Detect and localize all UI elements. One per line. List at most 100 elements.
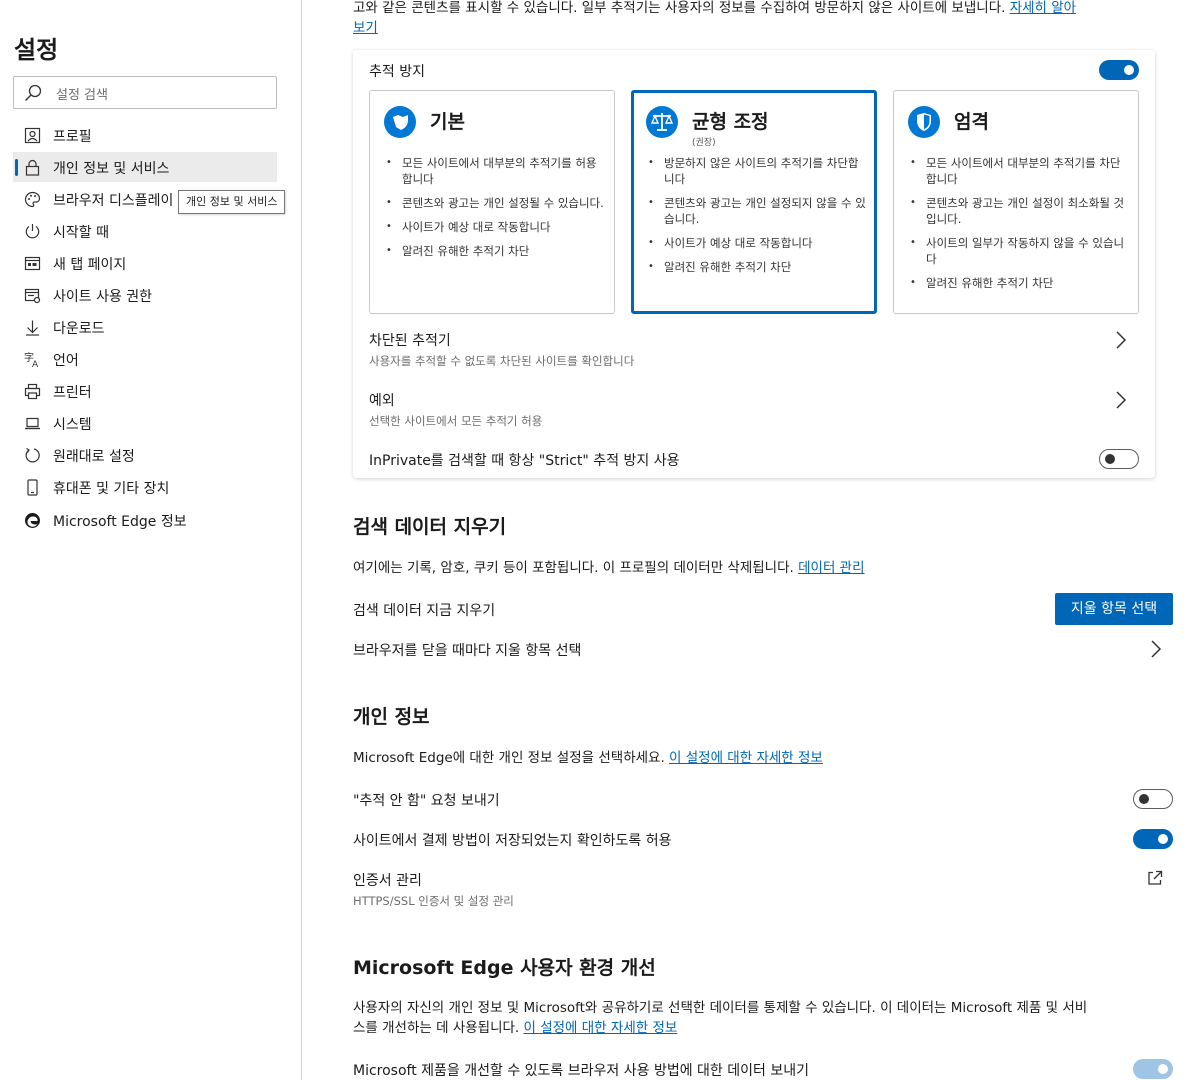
improve-learn-more-link[interactable]: 이 설정에 대한 자세한 정보 [524, 1020, 678, 1036]
improve-heading: Microsoft Edge 사용자 환경 개선 [353, 957, 656, 979]
clear-data-desc-text: 여기에는 기록, 암호, 쿠키 등이 포함됩니다. 이 프로필의 데이터만 삭제… [353, 560, 799, 576]
privacy-heading: 개인 정보 [353, 706, 430, 728]
sidebar-item-label: 시스템 [53, 417, 92, 433]
option-balanced[interactable]: 균형 조정 (권장) 방문하지 않은 사이트의 추적기를 차단합니다 콘텐츠와 … [631, 90, 877, 314]
new-tab-icon [24, 256, 41, 271]
sidebar-item-label: 원래대로 설정 [53, 449, 135, 465]
site-permissions-icon [24, 288, 41, 304]
sidebar-item-label: 브라우저 디스플레이 [53, 193, 174, 209]
chevron-right-icon [1151, 640, 1162, 658]
sidebar-item-about[interactable]: Microsoft Edge 정보 [13, 505, 277, 535]
sidebar-item-label: 시작할 때 [53, 225, 109, 241]
sidebar-item-reset[interactable]: 원래대로 설정 [13, 440, 277, 470]
manage-data-link[interactable]: 데이터 관리 [798, 560, 864, 576]
svg-text:A: A [32, 360, 39, 368]
reset-icon [25, 447, 40, 463]
option-basic[interactable]: 기본 모든 사이트에서 대부분의 추적기를 허용합니다 콘텐츠와 광고는 개인 … [369, 90, 615, 314]
bullet: 알려진 유해한 추적기 차단 [646, 259, 868, 275]
improve-desc-text: 스를 개선하는 데 사용됩니다. [353, 1020, 524, 1036]
option-strict[interactable]: 엄격 모든 사이트에서 대부분의 추적기를 차단합니다 콘텐츠와 광고는 개인 … [893, 90, 1139, 314]
bullet: 모든 사이트에서 대부분의 추적기를 차단합니다 [908, 155, 1130, 187]
inprivate-strict-toggle[interactable] [1099, 449, 1139, 469]
do-not-track-toggle[interactable] [1133, 789, 1173, 809]
tracking-prevention-toggle[interactable] [1099, 60, 1139, 80]
option-recommended: (권장) [692, 138, 716, 148]
language-icon: 字A [24, 351, 39, 368]
basic-icon [384, 106, 416, 138]
sidebar-item-label: 언어 [53, 353, 79, 369]
clear-on-close-label: 브라우저를 닫을 때마다 지울 항목 선택 [353, 643, 582, 659]
sidebar-item-privacy[interactable]: 개인 정보 및 서비스 [13, 152, 277, 182]
usage-data-label: Microsoft 제품을 개선할 수 있도록 브라우저 사용 방법에 대한 데… [353, 1063, 809, 1079]
sidebar-item-permissions[interactable]: 사이트 사용 권한 [13, 280, 277, 310]
tracking-description-text: 고와 같은 콘텐츠를 표시할 수 있습니다. 일부 추적기는 사용자의 정보를 … [353, 0, 1010, 16]
payment-check-toggle[interactable] [1133, 829, 1173, 849]
bullet: 사이트가 예상 대로 작동합니다 [384, 219, 606, 235]
improve-desc-line1: 사용자의 자신의 개인 정보 및 Microsoft와 공유하기로 선택한 데이… [353, 1000, 1088, 1016]
bullet: 사이트가 예상 대로 작동합니다 [646, 235, 868, 251]
learn-more-link[interactable]: 자세히 알아 [1010, 0, 1076, 16]
tooltip: 개인 정보 및 서비스 [178, 190, 286, 214]
option-bullets: 모든 사이트에서 대부분의 추적기를 허용합니다 콘텐츠와 광고는 개인 설정될… [384, 155, 606, 267]
exceptions-desc: 선택한 사이트에서 모든 추적기 허용 [369, 414, 543, 428]
learn-more-link-2[interactable]: 보기 [353, 20, 378, 36]
privacy-desc: Microsoft Edge에 대한 개인 정보 설정을 선택하세요. 이 설정… [353, 746, 823, 766]
exceptions-title: 예외 [369, 393, 395, 409]
sidebar: 설정 설정 검색 프로필 개인 정보 및 서비스 브라우저 디스플레이 시작할 … [0, 0, 302, 1080]
sidebar-item-label: Microsoft Edge 정보 [53, 514, 187, 530]
option-name: 엄격 [954, 111, 989, 133]
edge-logo-icon [25, 513, 40, 528]
bullet: 콘텐츠와 광고는 개인 설정되지 않을 수 있습니다. [646, 195, 868, 227]
settings-title: 설정 [14, 36, 59, 64]
sidebar-item-phone[interactable]: 휴대폰 및 기타 장치 [13, 472, 277, 502]
sidebar-item-downloads[interactable]: 다운로드 [13, 312, 277, 342]
sidebar-item-label: 새 탭 페이지 [53, 257, 127, 273]
option-name: 균형 조정 [692, 111, 769, 133]
option-bullets: 방문하지 않은 사이트의 추적기를 차단합니다 콘텐츠와 광고는 개인 설정되지… [646, 155, 868, 283]
balance-scale-icon [646, 106, 678, 138]
power-icon [25, 224, 40, 239]
sidebar-item-label: 개인 정보 및 서비스 [53, 161, 170, 177]
sidebar-item-label: 사이트 사용 권한 [53, 289, 153, 305]
sidebar-item-languages[interactable]: 字A 언어 [13, 344, 277, 374]
chevron-right-icon [1116, 331, 1127, 349]
option-name: 기본 [430, 111, 465, 133]
palette-icon [24, 191, 41, 208]
sidebar-item-startup[interactable]: 시작할 때 [13, 216, 277, 246]
search-icon [25, 84, 42, 101]
privacy-learn-more-link[interactable]: 이 설정에 대한 자세한 정보 [669, 750, 823, 766]
bullet: 콘텐츠와 광고는 개인 설정이 최소화될 것입니다. [908, 195, 1130, 227]
do-not-track-label: "추적 안 함" 요청 보내기 [353, 793, 500, 809]
payment-check-label: 사이트에서 결제 방법이 저장되었는지 확인하도록 허용 [353, 833, 672, 849]
search-input[interactable]: 설정 검색 [13, 76, 277, 109]
bullet: 사이트의 일부가 작동하지 않을 수 있습니다 [908, 235, 1130, 267]
sidebar-item-label: 프로필 [53, 129, 92, 145]
profile-icon [24, 127, 41, 144]
tracking-description: 고와 같은 콘텐츠를 표시할 수 있습니다. 일부 추적기는 사용자의 정보를 … [353, 0, 1076, 16]
privacy-desc-text: Microsoft Edge에 대한 개인 정보 설정을 선택하세요. [353, 750, 670, 766]
sidebar-item-system[interactable]: 시스템 [13, 408, 277, 438]
laptop-icon [25, 417, 40, 430]
blocked-trackers-desc: 사용자를 추적할 수 없도록 차단된 사이트를 확인합니다 [369, 354, 635, 368]
chevron-right-icon [1116, 391, 1127, 409]
sidebar-item-label: 프린터 [53, 385, 92, 401]
clear-now-label: 검색 데이터 지금 지우기 [353, 603, 496, 619]
search-placeholder: 설정 검색 [56, 88, 108, 103]
phone-icon [27, 479, 38, 496]
sidebar-item-printers[interactable]: 프린터 [13, 376, 277, 406]
tracking-prevention-title: 추적 방지 [369, 64, 425, 80]
sidebar-item-profile[interactable]: 프로필 [13, 120, 277, 150]
tracking-prevention-card: 추적 방지 기본 모든 사이트에서 대부분의 추적기를 허용합니다 콘텐츠와 광… [353, 50, 1155, 478]
clear-data-heading: 검색 데이터 지우기 [353, 516, 507, 538]
learn-more-link-cont: 보기 [353, 16, 378, 36]
sidebar-item-label: 휴대폰 및 기타 장치 [53, 481, 170, 497]
download-icon [26, 320, 39, 336]
option-bullets: 모든 사이트에서 대부분의 추적기를 차단합니다 콘텐츠와 광고는 개인 설정이… [908, 155, 1130, 299]
choose-what-to-clear-button[interactable]: 지울 항목 선택 [1055, 593, 1173, 625]
improve-desc-line2: 스를 개선하는 데 사용됩니다. 이 설정에 대한 자세한 정보 [353, 1016, 677, 1036]
usage-data-toggle[interactable] [1133, 1059, 1173, 1079]
external-link-icon [1148, 870, 1163, 885]
manage-certificates-desc: HTTPS/SSL 인증서 및 설정 관리 [353, 894, 514, 908]
sidebar-item-new-tab[interactable]: 새 탭 페이지 [13, 248, 277, 278]
blocked-trackers-title: 차단된 추적기 [369, 333, 451, 349]
